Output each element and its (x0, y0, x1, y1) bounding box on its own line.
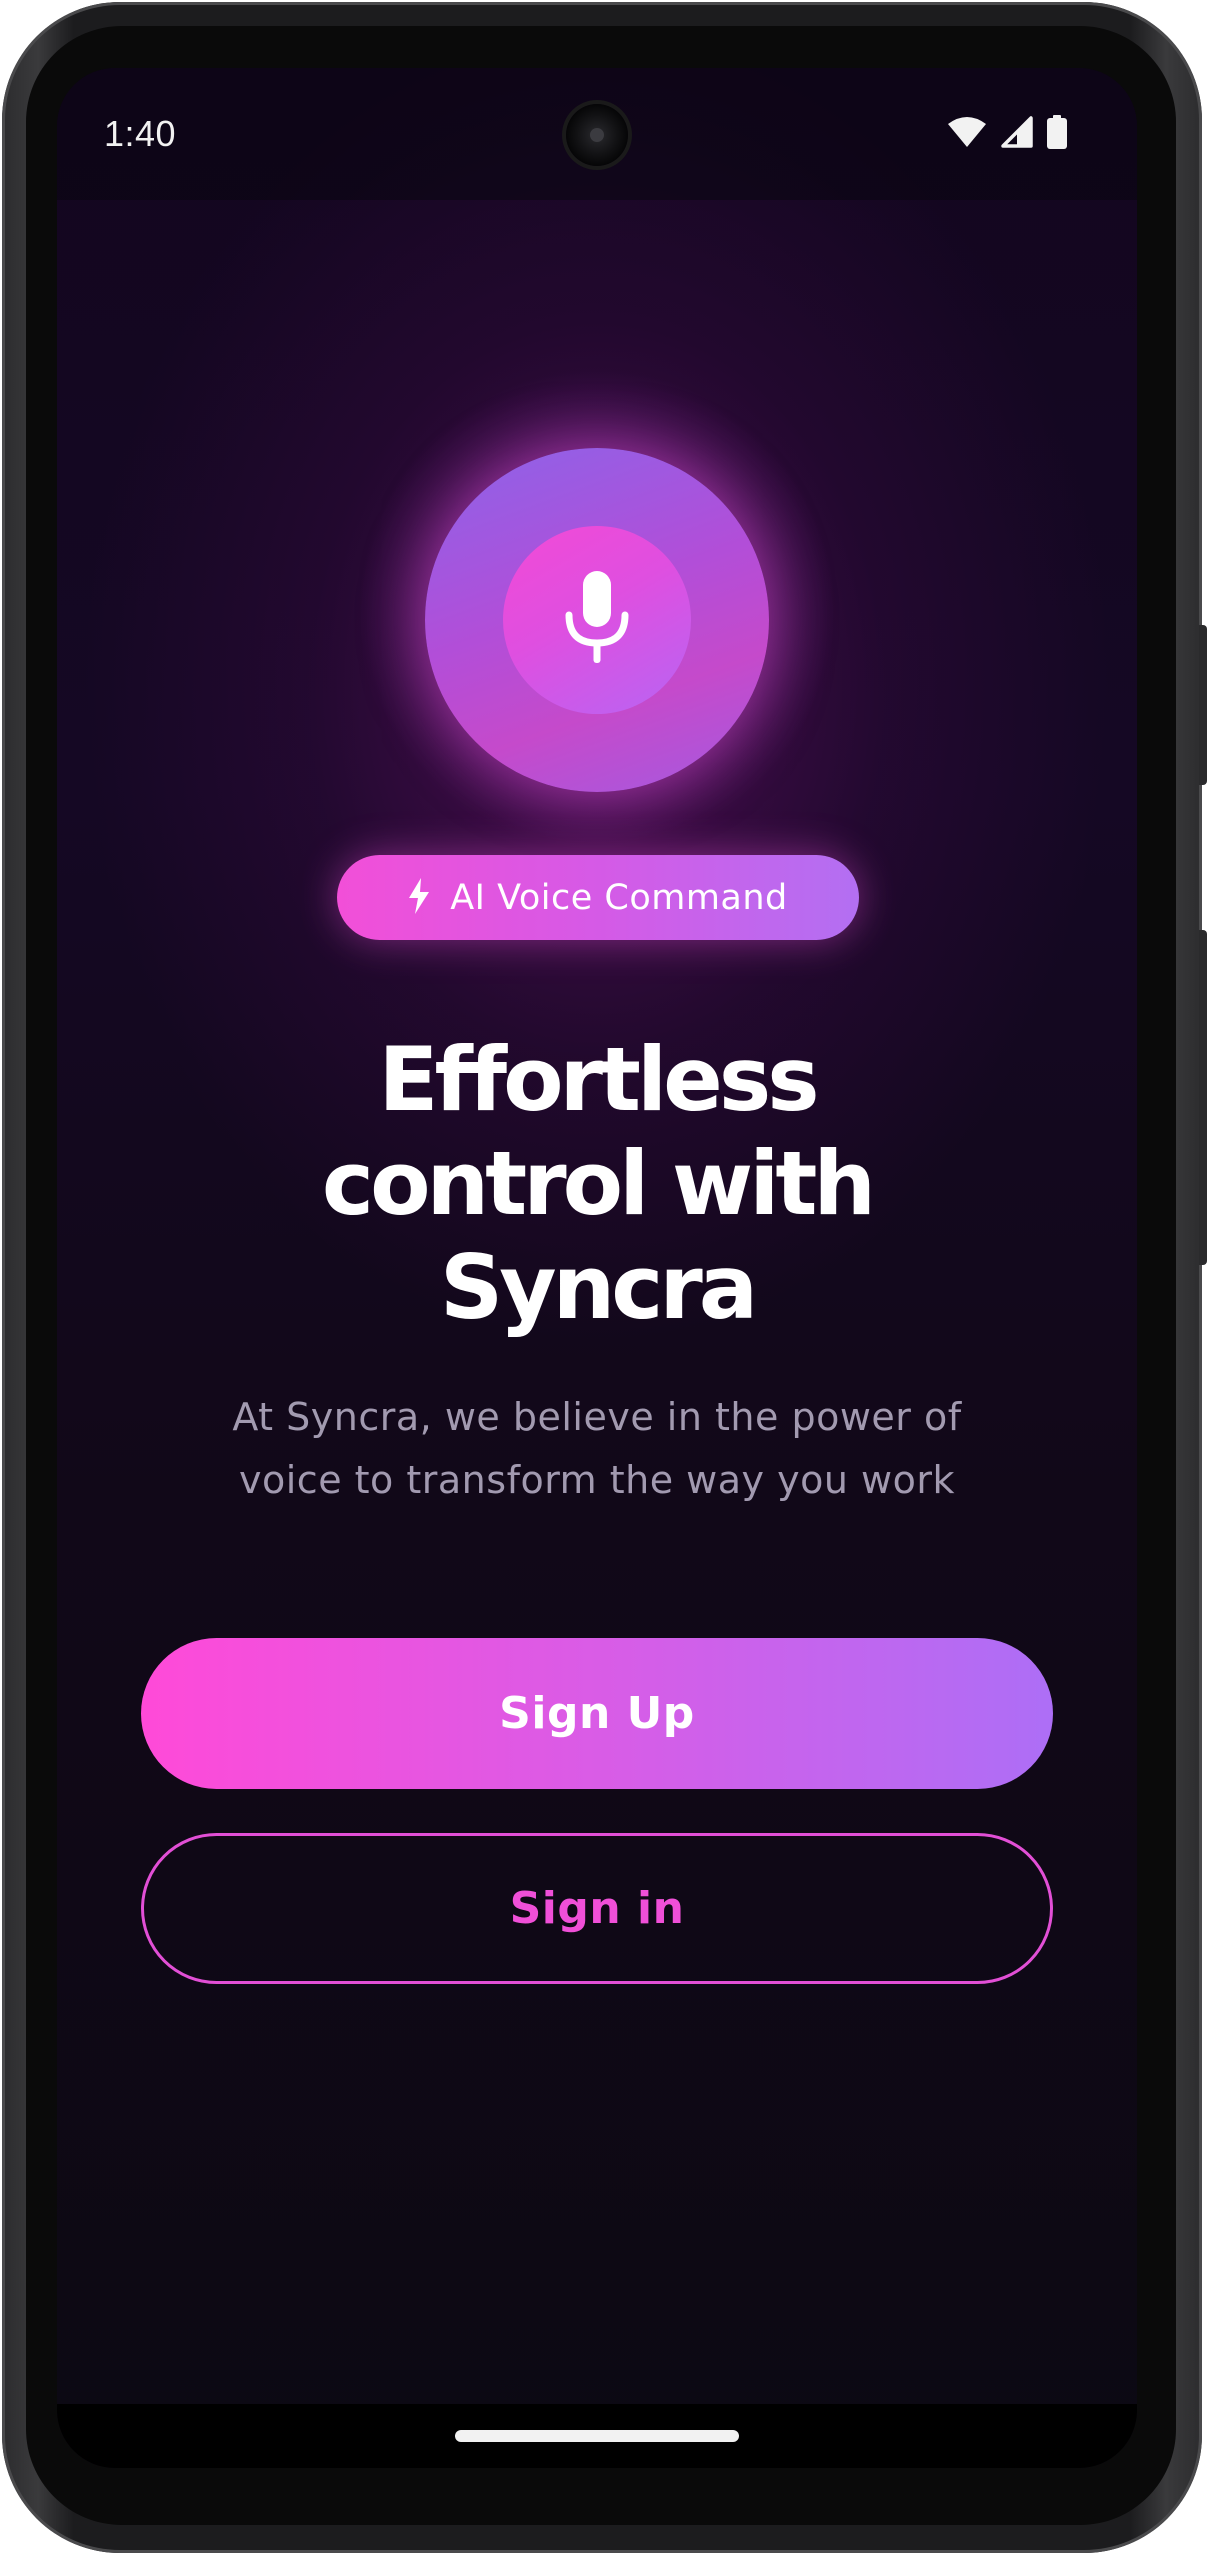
volume-button (1199, 930, 1207, 1265)
sign-up-label: Sign Up (499, 1688, 695, 1739)
subtitle-line: voice to transform the way you work (239, 1458, 955, 1502)
headline-line: Effortless (378, 1028, 819, 1131)
home-indicator[interactable] (455, 2430, 739, 2442)
app-screen: 1:40 AI Voice Command Effortless control… (57, 68, 1137, 2468)
sign-up-button[interactable]: Sign Up (141, 1638, 1053, 1789)
ai-voice-command-badge: AI Voice Command (337, 855, 859, 940)
status-bar: 1:40 (57, 68, 1137, 200)
sign-in-label: Sign in (509, 1883, 685, 1934)
cellular-signal-icon (1001, 116, 1033, 152)
sign-in-button[interactable]: Sign in (141, 1833, 1053, 1984)
badge-label: AI Voice Command (450, 877, 788, 918)
headline-line: Syncra (439, 1236, 758, 1339)
status-icons (947, 114, 1067, 154)
wifi-icon (947, 116, 987, 152)
mic-orb[interactable] (425, 448, 769, 792)
page-subtitle: At Syncra, we believe in the power of vo… (177, 1386, 1017, 1512)
headline-line: control with (321, 1132, 876, 1235)
phone-device: 1:40 AI Voice Command Effortless control… (0, 0, 1207, 2555)
page-title: Effortless control with Syncra (197, 1028, 997, 1340)
front-camera (566, 104, 628, 166)
status-time: 1:40 (104, 113, 177, 154)
battery-icon (1047, 115, 1067, 153)
microphone-icon (563, 571, 631, 669)
power-button (1199, 625, 1207, 785)
lightning-bolt-icon (408, 877, 430, 918)
mic-orb-core[interactable] (503, 526, 691, 714)
subtitle-line: At Syncra, we believe in the power of (232, 1395, 962, 1439)
